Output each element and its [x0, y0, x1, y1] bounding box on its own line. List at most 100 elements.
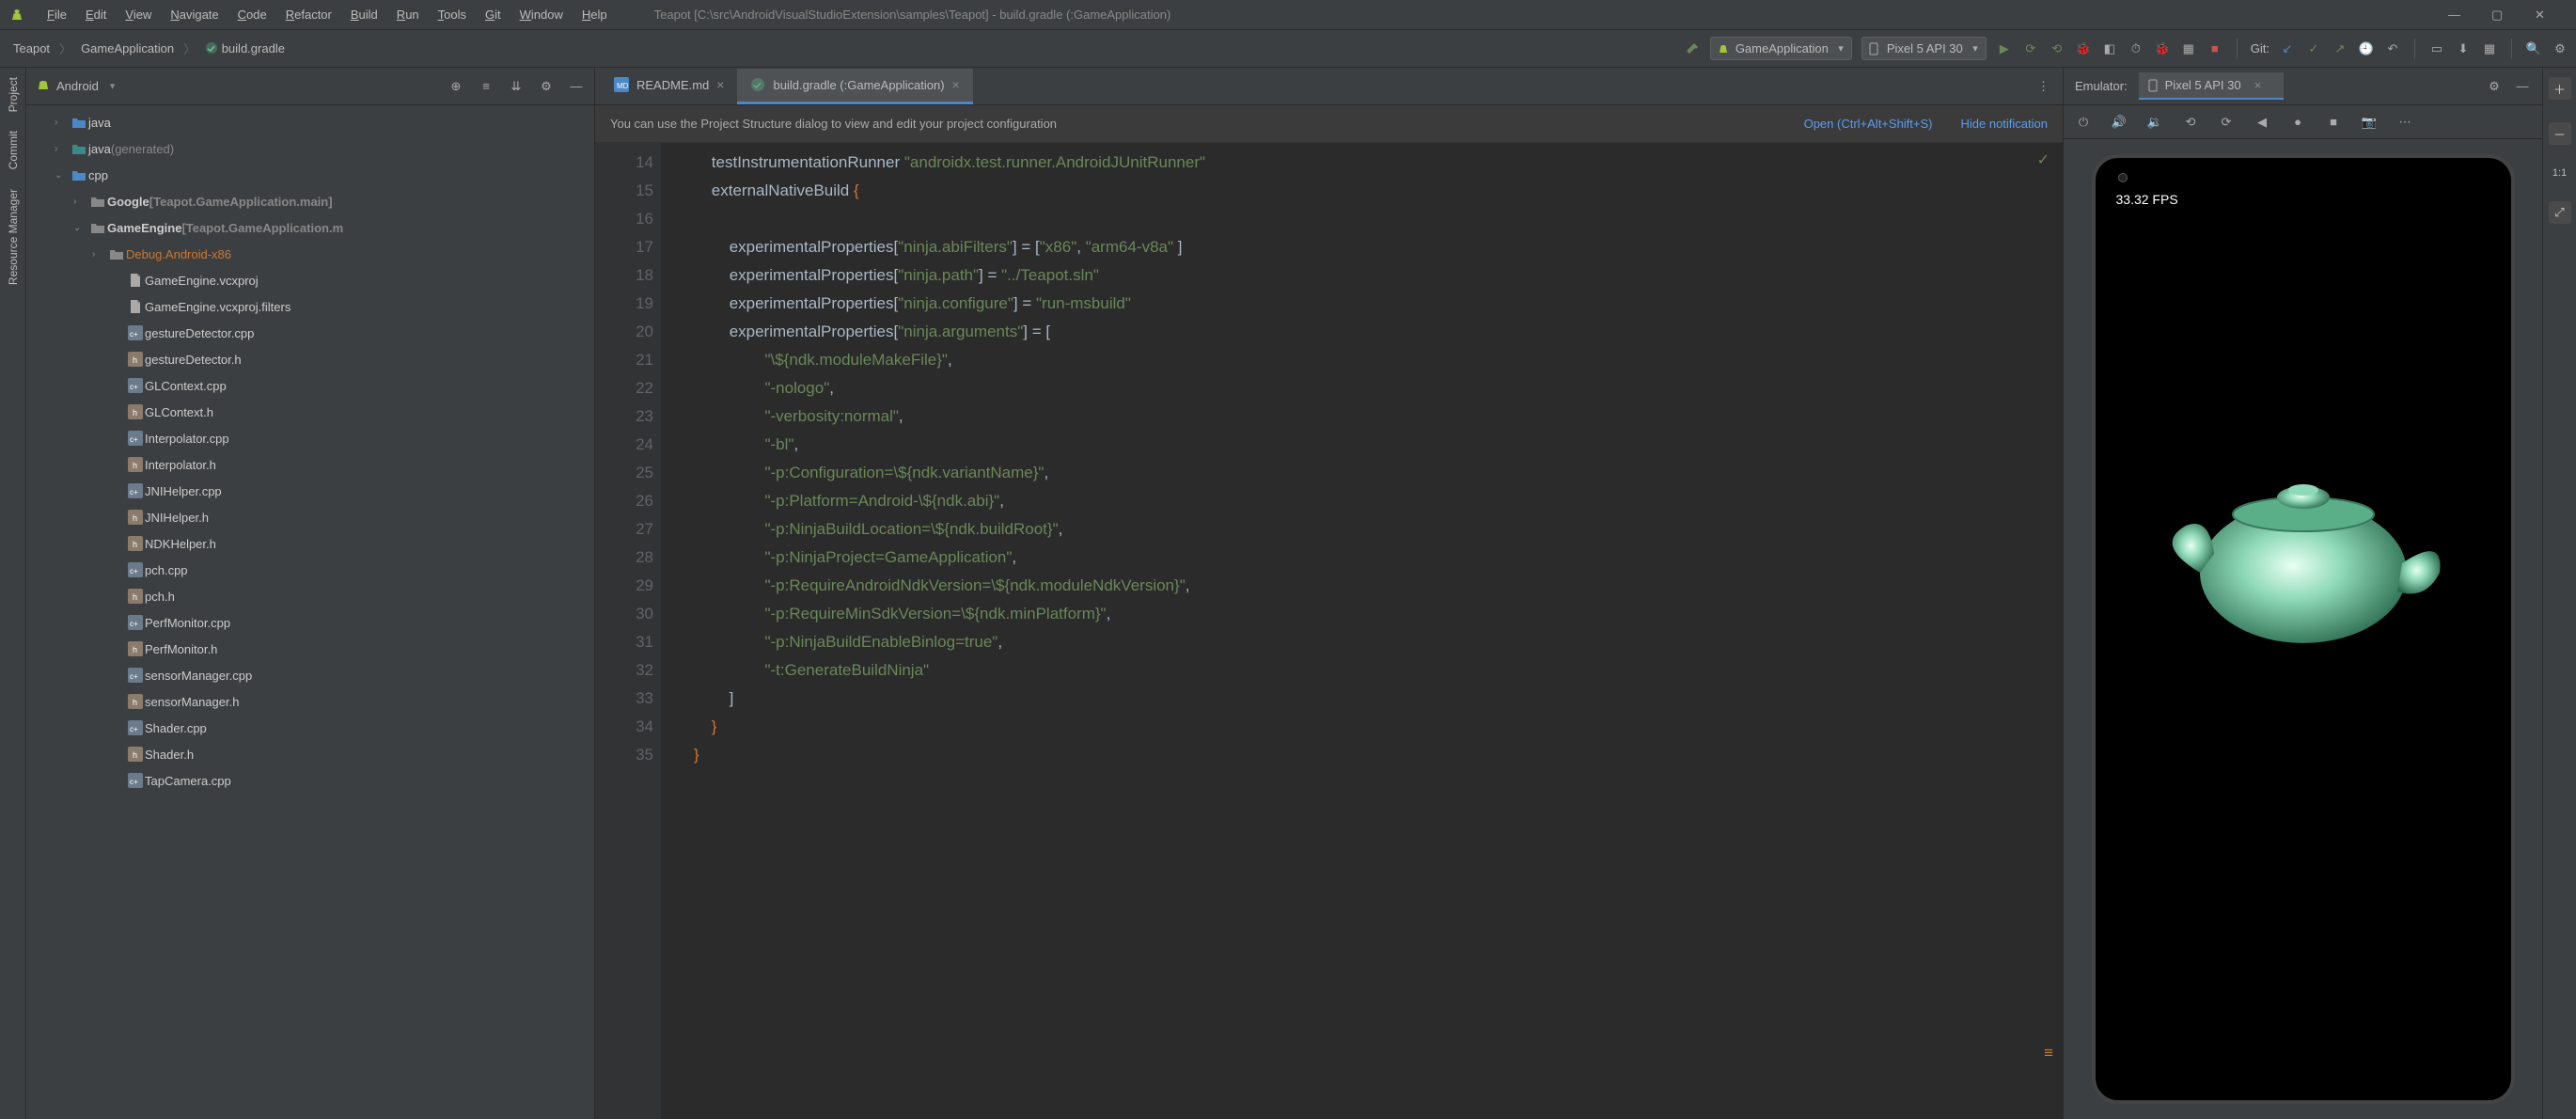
- tree-item[interactable]: GameEngine.vcxproj.filters: [26, 293, 594, 320]
- tree-item[interactable]: ›Google [Teapot.GameApplication.main]: [26, 188, 594, 214]
- editor-tab[interactable]: build.gradle (:GameApplication)×: [737, 69, 972, 104]
- close-tab-icon[interactable]: ×: [952, 77, 960, 92]
- editor-tab[interactable]: MDREADME.md×: [601, 69, 737, 104]
- menu-navigate[interactable]: Navigate: [161, 8, 228, 22]
- power-icon[interactable]: ⏻: [2075, 114, 2092, 131]
- breadcrumb-module[interactable]: GameApplication: [75, 41, 180, 55]
- volume-up-icon[interactable]: 🔊: [2111, 114, 2128, 131]
- device-frame[interactable]: 33.32 FPS: [2092, 154, 2515, 1104]
- tree-item[interactable]: c+JNIHelper.cpp: [26, 478, 594, 504]
- tree-item[interactable]: ⌄GameEngine [Teapot.GameApplication.m: [26, 214, 594, 241]
- git-rollback-icon[interactable]: ↶: [2384, 40, 2401, 57]
- overview-icon[interactable]: ■: [2325, 114, 2342, 131]
- zoom-in-button[interactable]: ＋: [2549, 77, 2571, 100]
- tree-item[interactable]: c+GLContext.cpp: [26, 372, 594, 399]
- menu-window[interactable]: Window: [510, 8, 573, 22]
- resource-manager-icon[interactable]: ▦: [2481, 40, 2498, 57]
- search-everywhere-icon[interactable]: 🔍: [2525, 40, 2542, 57]
- menu-git[interactable]: Git: [476, 8, 510, 22]
- menu-run[interactable]: Run: [387, 8, 429, 22]
- hide-panel-icon[interactable]: —: [568, 78, 585, 95]
- git-commit-icon[interactable]: ✓: [2305, 40, 2322, 57]
- zoom-level[interactable]: 1:1: [2552, 167, 2567, 179]
- tree-item[interactable]: hgestureDetector.h: [26, 346, 594, 372]
- project-tool-button[interactable]: Project: [7, 77, 20, 112]
- sdk-manager-icon[interactable]: ⬇: [2455, 40, 2472, 57]
- fit-button[interactable]: ⤢: [2549, 201, 2571, 224]
- emulator-settings-icon[interactable]: ⚙: [2486, 78, 2503, 95]
- device-combo[interactable]: Pixel 5 API 30: [1861, 37, 1987, 60]
- run-config-combo[interactable]: GameApplication: [1710, 37, 1852, 60]
- tree-item[interactable]: ⌄cpp: [26, 162, 594, 188]
- git-history-icon[interactable]: 🕘: [2358, 40, 2375, 57]
- more-icon[interactable]: ⋯: [2396, 114, 2413, 131]
- git-push-icon[interactable]: ↗: [2332, 40, 2348, 57]
- tabs-overflow-icon[interactable]: ⋮: [2024, 79, 2063, 94]
- tree-item[interactable]: hNDKHelper.h: [26, 530, 594, 557]
- emulator-device-tab[interactable]: Pixel 5 API 30 ×: [2139, 72, 2285, 100]
- tree-item[interactable]: c+TapCamera.cpp: [26, 767, 594, 794]
- volume-down-icon[interactable]: 🔉: [2146, 114, 2163, 131]
- tree-item[interactable]: GameEngine.vcxproj: [26, 267, 594, 293]
- hammer-icon[interactable]: [1684, 40, 1701, 57]
- tree-item[interactable]: c+sensorManager.cpp: [26, 662, 594, 688]
- menu-build[interactable]: Build: [341, 8, 387, 22]
- tree-item[interactable]: c+PerfMonitor.cpp: [26, 609, 594, 636]
- menu-code[interactable]: Code: [228, 8, 276, 22]
- tree-item[interactable]: hGLContext.h: [26, 399, 594, 425]
- tree-item[interactable]: hPerfMonitor.h: [26, 636, 594, 662]
- minimize-icon[interactable]: —: [2448, 8, 2463, 23]
- coverage-icon[interactable]: ◧: [2101, 40, 2118, 57]
- breadcrumb-file[interactable]: build.gradle: [199, 41, 291, 55]
- emulator-hide-icon[interactable]: —: [2514, 78, 2531, 95]
- resource-manager-tool-button[interactable]: Resource Manager: [7, 189, 20, 285]
- expand-all-icon[interactable]: ≡: [478, 78, 495, 95]
- tree-item[interactable]: c+gestureDetector.cpp: [26, 320, 594, 346]
- stop-icon[interactable]: ■: [2207, 40, 2223, 57]
- git-update-icon[interactable]: ↙: [2279, 40, 2296, 57]
- breadcrumb-root[interactable]: Teapot: [8, 41, 55, 55]
- menu-file[interactable]: File: [38, 8, 76, 22]
- menu-edit[interactable]: Edit: [76, 8, 116, 22]
- zoom-out-button[interactable]: －: [2549, 122, 2571, 145]
- select-opened-file-icon[interactable]: ⊕: [448, 78, 464, 95]
- home-icon[interactable]: ●: [2289, 114, 2306, 131]
- menu-help[interactable]: Help: [573, 8, 617, 22]
- inspection-ok-icon[interactable]: ✓: [2037, 150, 2050, 169]
- attach-debugger-icon[interactable]: 🐞: [2154, 40, 2171, 57]
- tree-item[interactable]: hShader.h: [26, 741, 594, 767]
- tree-item[interactable]: ›java (generated): [26, 135, 594, 162]
- rotate-left-icon[interactable]: ⟲: [2182, 114, 2199, 131]
- maximize-icon[interactable]: ▢: [2491, 8, 2506, 23]
- back-icon[interactable]: ◀: [2254, 114, 2270, 131]
- apply-code-icon[interactable]: ⟲: [2049, 40, 2066, 57]
- app-inspection-icon[interactable]: ▦: [2180, 40, 2197, 57]
- screenshot-icon[interactable]: 📷: [2361, 114, 2378, 131]
- settings-icon[interactable]: ⚙: [2552, 40, 2568, 57]
- avd-manager-icon[interactable]: ▭: [2428, 40, 2445, 57]
- menu-view[interactable]: View: [116, 8, 161, 22]
- tree-item[interactable]: c+Shader.cpp: [26, 715, 594, 741]
- code-editor[interactable]: 1415161718192021222324252627282930313233…: [595, 143, 2063, 1119]
- collapse-all-icon[interactable]: ⇊: [508, 78, 525, 95]
- banner-hide-link[interactable]: Hide notification: [1961, 117, 2049, 131]
- tree-item[interactable]: hInterpolator.h: [26, 451, 594, 478]
- debug-icon[interactable]: 🐞: [2075, 40, 2092, 57]
- project-tree[interactable]: ›java›java (generated)⌄cpp›Google [Teapo…: [26, 105, 594, 1119]
- apply-changes-icon[interactable]: ⟳: [2022, 40, 2039, 57]
- commit-tool-button[interactable]: Commit: [7, 131, 20, 169]
- close-icon[interactable]: ✕: [2535, 8, 2550, 23]
- code-lens-icon[interactable]: ≡: [2044, 1044, 2053, 1063]
- project-view-selector[interactable]: Android ▾: [36, 79, 115, 94]
- profile-icon[interactable]: ⏱: [2128, 40, 2144, 57]
- tree-item[interactable]: ›Debug.Android-x86: [26, 241, 594, 267]
- tree-item[interactable]: hsensorManager.h: [26, 688, 594, 715]
- show-options-icon[interactable]: ⚙: [538, 78, 555, 95]
- tree-item[interactable]: c+pch.cpp: [26, 557, 594, 583]
- tree-item[interactable]: ›java: [26, 109, 594, 135]
- tree-item[interactable]: c+Interpolator.cpp: [26, 425, 594, 451]
- tree-item[interactable]: hJNIHelper.h: [26, 504, 594, 530]
- menu-tools[interactable]: Tools: [429, 8, 476, 22]
- tree-item[interactable]: hpch.h: [26, 583, 594, 609]
- menu-refactor[interactable]: Refactor: [276, 8, 341, 22]
